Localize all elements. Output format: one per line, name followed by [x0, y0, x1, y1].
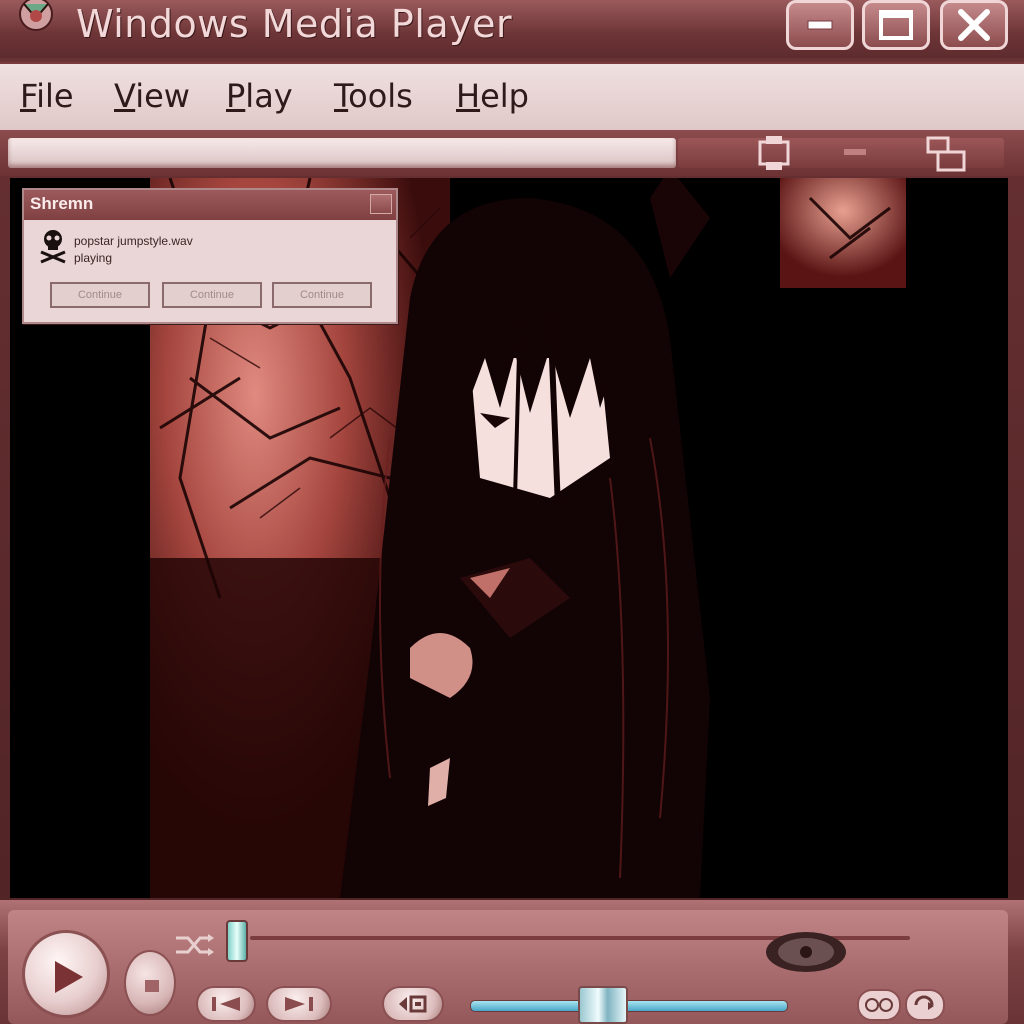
close-button[interactable]: [940, 0, 1008, 50]
mute-button[interactable]: [382, 986, 444, 1022]
skull-icon: [38, 228, 68, 268]
menu-help[interactable]: Help: [456, 76, 529, 116]
menu-view[interactable]: View: [114, 76, 190, 116]
dialog-close-button[interactable]: [370, 194, 392, 214]
menu-play[interactable]: Play: [226, 76, 293, 116]
dialog-status: playing: [74, 251, 113, 265]
notification-dialog: Shremn popstar jumpstyle.wav playing Con…: [22, 188, 398, 324]
options-icon[interactable]: [840, 144, 870, 163]
stop-button[interactable]: [124, 950, 176, 1016]
continue-button-1[interactable]: Continue: [50, 282, 150, 308]
shuffle-icon[interactable]: [172, 930, 216, 964]
play-icon: [55, 961, 83, 993]
switch-view-icon[interactable]: [856, 988, 902, 1024]
next-icon: [285, 997, 313, 1011]
seek-thumb[interactable]: [226, 920, 248, 962]
volume-slider[interactable]: [470, 1000, 788, 1012]
volume-icon[interactable]: [760, 922, 852, 986]
dialog-title-bar[interactable]: Shremn: [24, 190, 396, 220]
media-player-window: Windows Media Player File View Play Tool…: [0, 0, 1024, 1024]
play-button[interactable]: [22, 930, 110, 1018]
previous-icon: [212, 997, 240, 1011]
title-bar[interactable]: Windows Media Player: [0, 0, 1024, 58]
menu-tools[interactable]: Tools: [334, 76, 413, 116]
continue-button-2[interactable]: Continue: [162, 282, 262, 308]
mute-icon: [399, 995, 427, 1013]
continue-button-3[interactable]: Continue: [272, 282, 372, 308]
dialog-filename: popstar jumpstyle.wav: [74, 234, 193, 248]
wmp-logo-icon: [10, 0, 62, 40]
menu-file[interactable]: File: [20, 76, 74, 116]
volume-thumb[interactable]: [577, 986, 628, 1024]
window-title: Windows Media Player: [76, 2, 513, 46]
status-strip: [0, 130, 1024, 176]
stop-icon: [145, 980, 159, 992]
repeat-icon[interactable]: [904, 988, 946, 1024]
next-button[interactable]: [266, 986, 332, 1022]
fullscreen-icon[interactable]: [752, 134, 796, 176]
dialog-title: Shremn: [30, 194, 94, 213]
compact-mode-icon[interactable]: [924, 134, 968, 178]
progress-track[interactable]: [8, 138, 676, 168]
previous-button[interactable]: [196, 986, 256, 1022]
menu-bar: File View Play Tools Help: [0, 62, 1024, 132]
transport-controls: [0, 900, 1024, 1024]
minimize-button[interactable]: [786, 0, 854, 50]
maximize-button[interactable]: [862, 0, 930, 50]
